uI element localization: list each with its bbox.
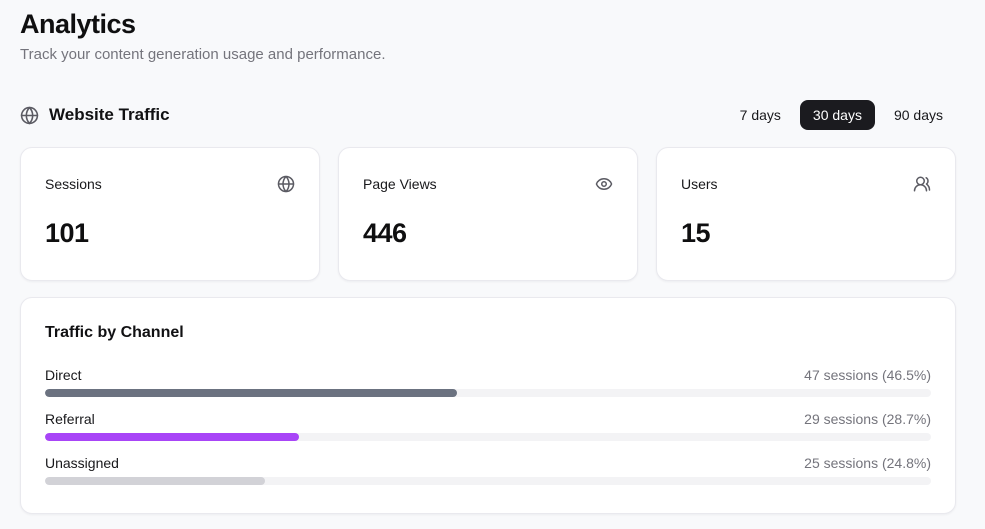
page-title: Analytics [20, 9, 136, 39]
traffic-by-channel-card: Traffic by Channel Direct 47 sessions (4… [20, 297, 956, 514]
range-30-days-button[interactable]: 30 days [799, 100, 875, 130]
channel-row-head: Direct 47 sessions (46.5%) [45, 367, 931, 383]
channel-sessions-label: 29 sessions (28.7%) [804, 411, 931, 427]
page-views-value: 446 [363, 218, 407, 248]
progress-bar-track [45, 477, 931, 485]
stat-head: Sessions [45, 175, 295, 193]
stat-head: Page Views [363, 175, 613, 193]
channel-name: Unassigned [45, 455, 119, 471]
traffic-by-channel-title: Traffic by Channel [45, 324, 184, 341]
range-90-days-button[interactable]: 90 days [881, 100, 956, 130]
progress-bar-fill [45, 477, 265, 485]
users-icon [913, 175, 931, 193]
channel-row-head: Unassigned 25 sessions (24.8%) [45, 455, 931, 471]
stat-head: Users [681, 175, 931, 193]
progress-bar-track [45, 433, 931, 441]
channel-sessions-label: 25 sessions (24.8%) [804, 455, 931, 471]
users-value: 15 [681, 218, 711, 248]
stat-label: Users [681, 176, 718, 192]
range-switcher: 7 days 30 days 90 days [727, 100, 956, 130]
range-7-days-button[interactable]: 7 days [727, 100, 794, 130]
sessions-card: Sessions 101 [20, 147, 320, 281]
channel-name: Direct [45, 367, 82, 383]
channel-sessions-label: 47 sessions (46.5%) [804, 367, 931, 383]
progress-bar-track [45, 389, 931, 397]
page-views-card: Page Views 446 [338, 147, 638, 281]
progress-bar-fill [45, 433, 300, 441]
channel-row-direct: Direct 47 sessions (46.5%) [45, 367, 931, 397]
eye-icon [595, 175, 613, 193]
channel-row-head: Referral 29 sessions (28.7%) [45, 411, 931, 427]
sessions-value: 101 [45, 218, 89, 248]
channel-name: Referral [45, 411, 95, 427]
section-title: Website Traffic [49, 105, 170, 124]
stat-label: Sessions [45, 176, 102, 192]
channel-row-referral: Referral 29 sessions (28.7%) [45, 411, 931, 441]
section-title-wrap: Website Traffic [20, 105, 170, 125]
analytics-page: Analytics Track your content generation … [0, 0, 985, 514]
stat-label: Page Views [363, 176, 437, 192]
progress-bar-fill [45, 389, 457, 397]
page-subtitle: Track your content generation usage and … [20, 46, 386, 63]
globe-icon [277, 175, 295, 193]
channel-rows: Direct 47 sessions (46.5%) Referral 29 s… [45, 367, 931, 485]
globe-icon [20, 106, 39, 125]
stats-grid: Sessions 101 Page Views 446 Users 15 [20, 147, 956, 281]
users-card: Users 15 [656, 147, 956, 281]
channel-row-unassigned: Unassigned 25 sessions (24.8%) [45, 455, 931, 485]
website-traffic-header: Website Traffic 7 days 30 days 90 days [20, 100, 956, 130]
